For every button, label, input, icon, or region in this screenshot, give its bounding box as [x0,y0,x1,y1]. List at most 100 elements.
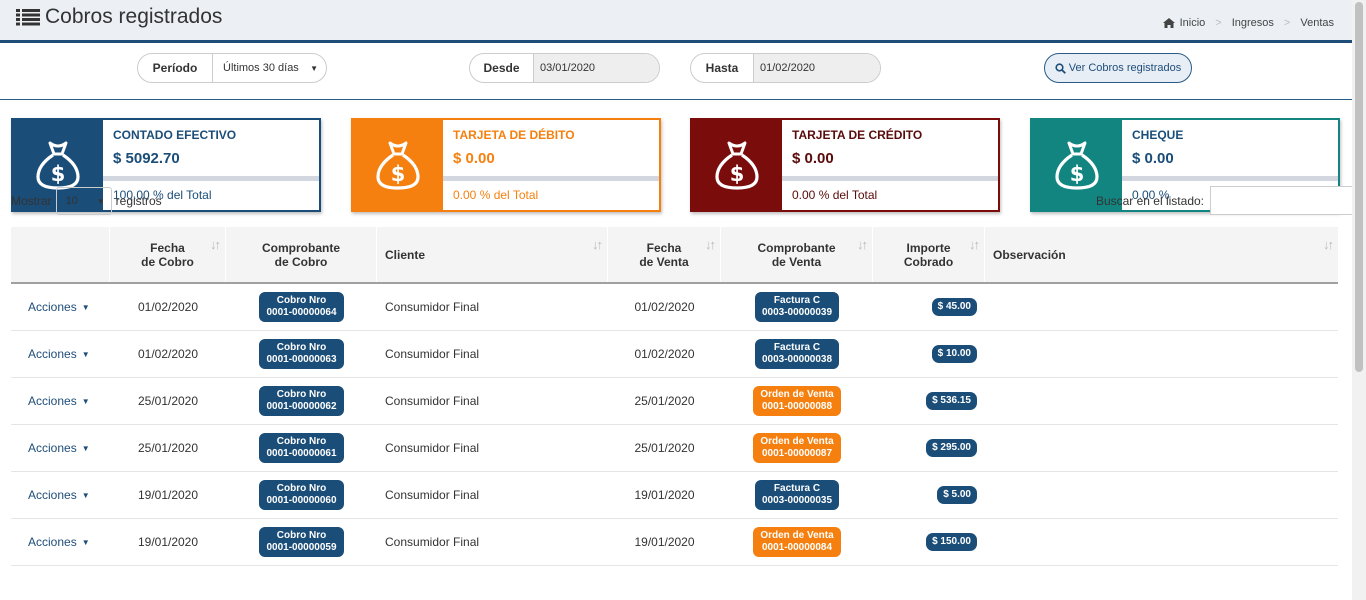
money-bag-icon: $ [1055,141,1099,190]
comprobante-venta-cell: Factura C 0003-00000038 [721,331,873,377]
badge-line: Cobro Nro [276,342,327,353]
acciones-dropdown[interactable]: Acciones ▼ [11,284,110,330]
card-info: TARJETA DE DÉBITO $ 0.00 0.00 % del Tota… [443,120,659,210]
cliente-cell: Consumidor Final [385,300,480,314]
hasta-label: Hasta [705,61,739,75]
col-header-line: Observación [993,247,1066,262]
sort-icon: ↓↑ [857,237,868,252]
periodo-filter: Período Últimos 30 días ▼ [137,53,327,83]
col-fecha-cobro[interactable]: Fecha de Cobro ↓↑ [110,227,226,282]
acciones-label: Acciones [28,347,77,361]
acciones-dropdown[interactable]: Acciones ▼ [11,472,110,518]
badge-line: 0001-00000087 [761,448,833,459]
acciones-dropdown[interactable]: Acciones ▼ [11,519,110,565]
venta-badge[interactable]: Factura C 0003-00000038 [754,339,840,369]
col-importe[interactable]: Importe Cobrado ↓↑ [873,227,985,282]
comprobante-cobro-cell: Cobro Nro 0001-00000064 [226,284,377,330]
comprobante-cobro-cell: Cobro Nro 0001-00000063 [226,331,377,377]
badge-line: 0001-00000088 [761,401,833,412]
sort-icon: ↓↑ [1323,237,1334,252]
venta-badge[interactable]: Orden de Venta 0001-00000087 [753,433,841,463]
comprobante-cobro-cell: Cobro Nro 0001-00000059 [226,519,377,565]
col-header-line: Fecha [150,240,185,255]
periodo-select[interactable]: Últimos 30 días ▼ [212,54,326,82]
money-bag-icon: $ [715,141,759,190]
comprobante-venta-cell: Orden de Venta 0001-00000084 [721,519,873,565]
badge-line: Factura C [773,483,821,494]
comprobante-venta-cell: Orden de Venta 0001-00000088 [721,378,873,424]
badge-line: Factura C [773,295,821,306]
venta-badge[interactable]: Orden de Venta 0001-00000088 [753,386,841,416]
filter-bar: Período Últimos 30 días ▼ Desde 03/01/20… [0,43,1352,100]
mostrar-label: Mostrar [11,194,52,208]
comprobante-cobro-cell: Cobro Nro 0001-00000062 [226,378,377,424]
importe-cell: $ 5.00 [873,472,977,518]
badge-line: Orden de Venta [760,389,834,400]
cobro-badge[interactable]: Cobro Nro 0001-00000059 [259,527,344,557]
caret-down-icon: ▼ [81,302,90,312]
caret-down-icon: ▼ [81,396,90,406]
ver-cobros-label: Ver Cobros registrados [1068,62,1182,74]
search-input[interactable] [1210,186,1353,215]
badge-line: Cobro Nro [276,389,327,400]
venta-badge[interactable]: Factura C 0003-00000035 [754,480,840,510]
fecha-cobro-cell: 25/01/2020 [137,394,199,408]
cobros-table: Fecha de Cobro ↓↑ Comprobante de Cobro Cli… [11,227,1338,566]
importe-cell: $ 295.00 [873,425,977,471]
cobro-badge[interactable]: Cobro Nro 0001-00000060 [259,480,344,510]
card-info: TARJETA DE CRÉDITO $ 0.00 0.00 % del Tot… [782,120,998,210]
col-comprobante-cobro[interactable]: Comprobante de Cobro [226,227,377,282]
venta-badge[interactable]: Factura C 0003-00000039 [754,292,840,322]
col-observacion[interactable]: Observación ↓↑ [985,227,1338,282]
hasta-field[interactable]: 01/02/2020 [753,54,880,82]
col-comprobante-venta[interactable]: Comprobante de Venta ↓↑ [721,227,873,282]
badge-line: 0001-00000059 [266,542,337,553]
caret-down-icon: ▼ [81,349,90,359]
cobro-badge[interactable]: Cobro Nro 0001-00000062 [259,386,344,416]
page-length-value: 10 [65,195,78,207]
badge-line: 0001-00000084 [761,542,833,553]
importe-badge: $ 536.15 [926,392,977,410]
col-acciones [11,227,110,282]
venta-badge[interactable]: Orden de Venta 0001-00000084 [753,527,841,557]
col-header-line: de Cobro [141,254,194,269]
card-progress-bar [443,176,659,181]
page-scrollbar[interactable] [1352,0,1366,600]
breadcrumb: Inicio > Ingresos > Ventas [1162,17,1334,29]
desde-label: Desde [483,61,520,75]
fecha-cobro-cell: 01/02/2020 [137,300,199,314]
col-header-line: de Cobro [274,254,328,269]
cobro-badge[interactable]: Cobro Nro 0001-00000064 [259,292,344,322]
fecha-venta-cell: 19/01/2020 [634,488,695,502]
desde-field[interactable]: 03/01/2020 [533,54,659,82]
importe-cell: $ 150.00 [873,519,977,565]
cobro-badge[interactable]: Cobro Nro 0001-00000061 [259,433,344,463]
page-length-select[interactable]: 10 ▼ [55,187,112,215]
badge-line: 0001-00000064 [266,307,337,318]
observacion-cell [993,425,1338,471]
col-cliente[interactable]: Cliente ↓↑ [377,227,608,282]
importe-badge: $ 5.00 [937,486,977,504]
page-title-text: Cobros registrados [45,5,223,28]
fecha-cobro-cell: 01/02/2020 [137,347,199,361]
periodo-label: Período [152,61,198,75]
breadcrumb-inicio[interactable]: Inicio [1180,17,1206,29]
breadcrumb-ventas: Ventas [1300,17,1334,29]
ver-cobros-button[interactable]: Ver Cobros registrados [1044,53,1192,83]
fecha-venta-cell: 19/01/2020 [634,535,695,549]
card-name: TARJETA DE CRÉDITO [792,128,923,142]
caret-down-icon: ▼ [81,443,90,453]
table-row: Acciones ▼ 19/01/2020 Cobro Nro 0001-0000006… [11,472,1338,519]
page-header: Cobros registrados Inicio > Ingresos > V… [0,0,1352,40]
acciones-dropdown[interactable]: Acciones ▼ [11,378,110,424]
cobro-badge[interactable]: Cobro Nro 0001-00000063 [259,339,344,369]
card-percent: 0.00 % del Total [792,188,878,202]
card-progress-bar [782,176,998,181]
acciones-dropdown[interactable]: Acciones ▼ [11,331,110,377]
breadcrumb-ingresos[interactable]: Ingresos [1232,17,1274,29]
scrollbar-thumb[interactable] [1355,2,1363,372]
acciones-dropdown[interactable]: Acciones ▼ [11,425,110,471]
svg-text:$: $ [730,162,745,186]
card-name: CHEQUE [1132,128,1184,142]
col-fecha-venta[interactable]: Fecha de Venta ↓↑ [608,227,721,282]
